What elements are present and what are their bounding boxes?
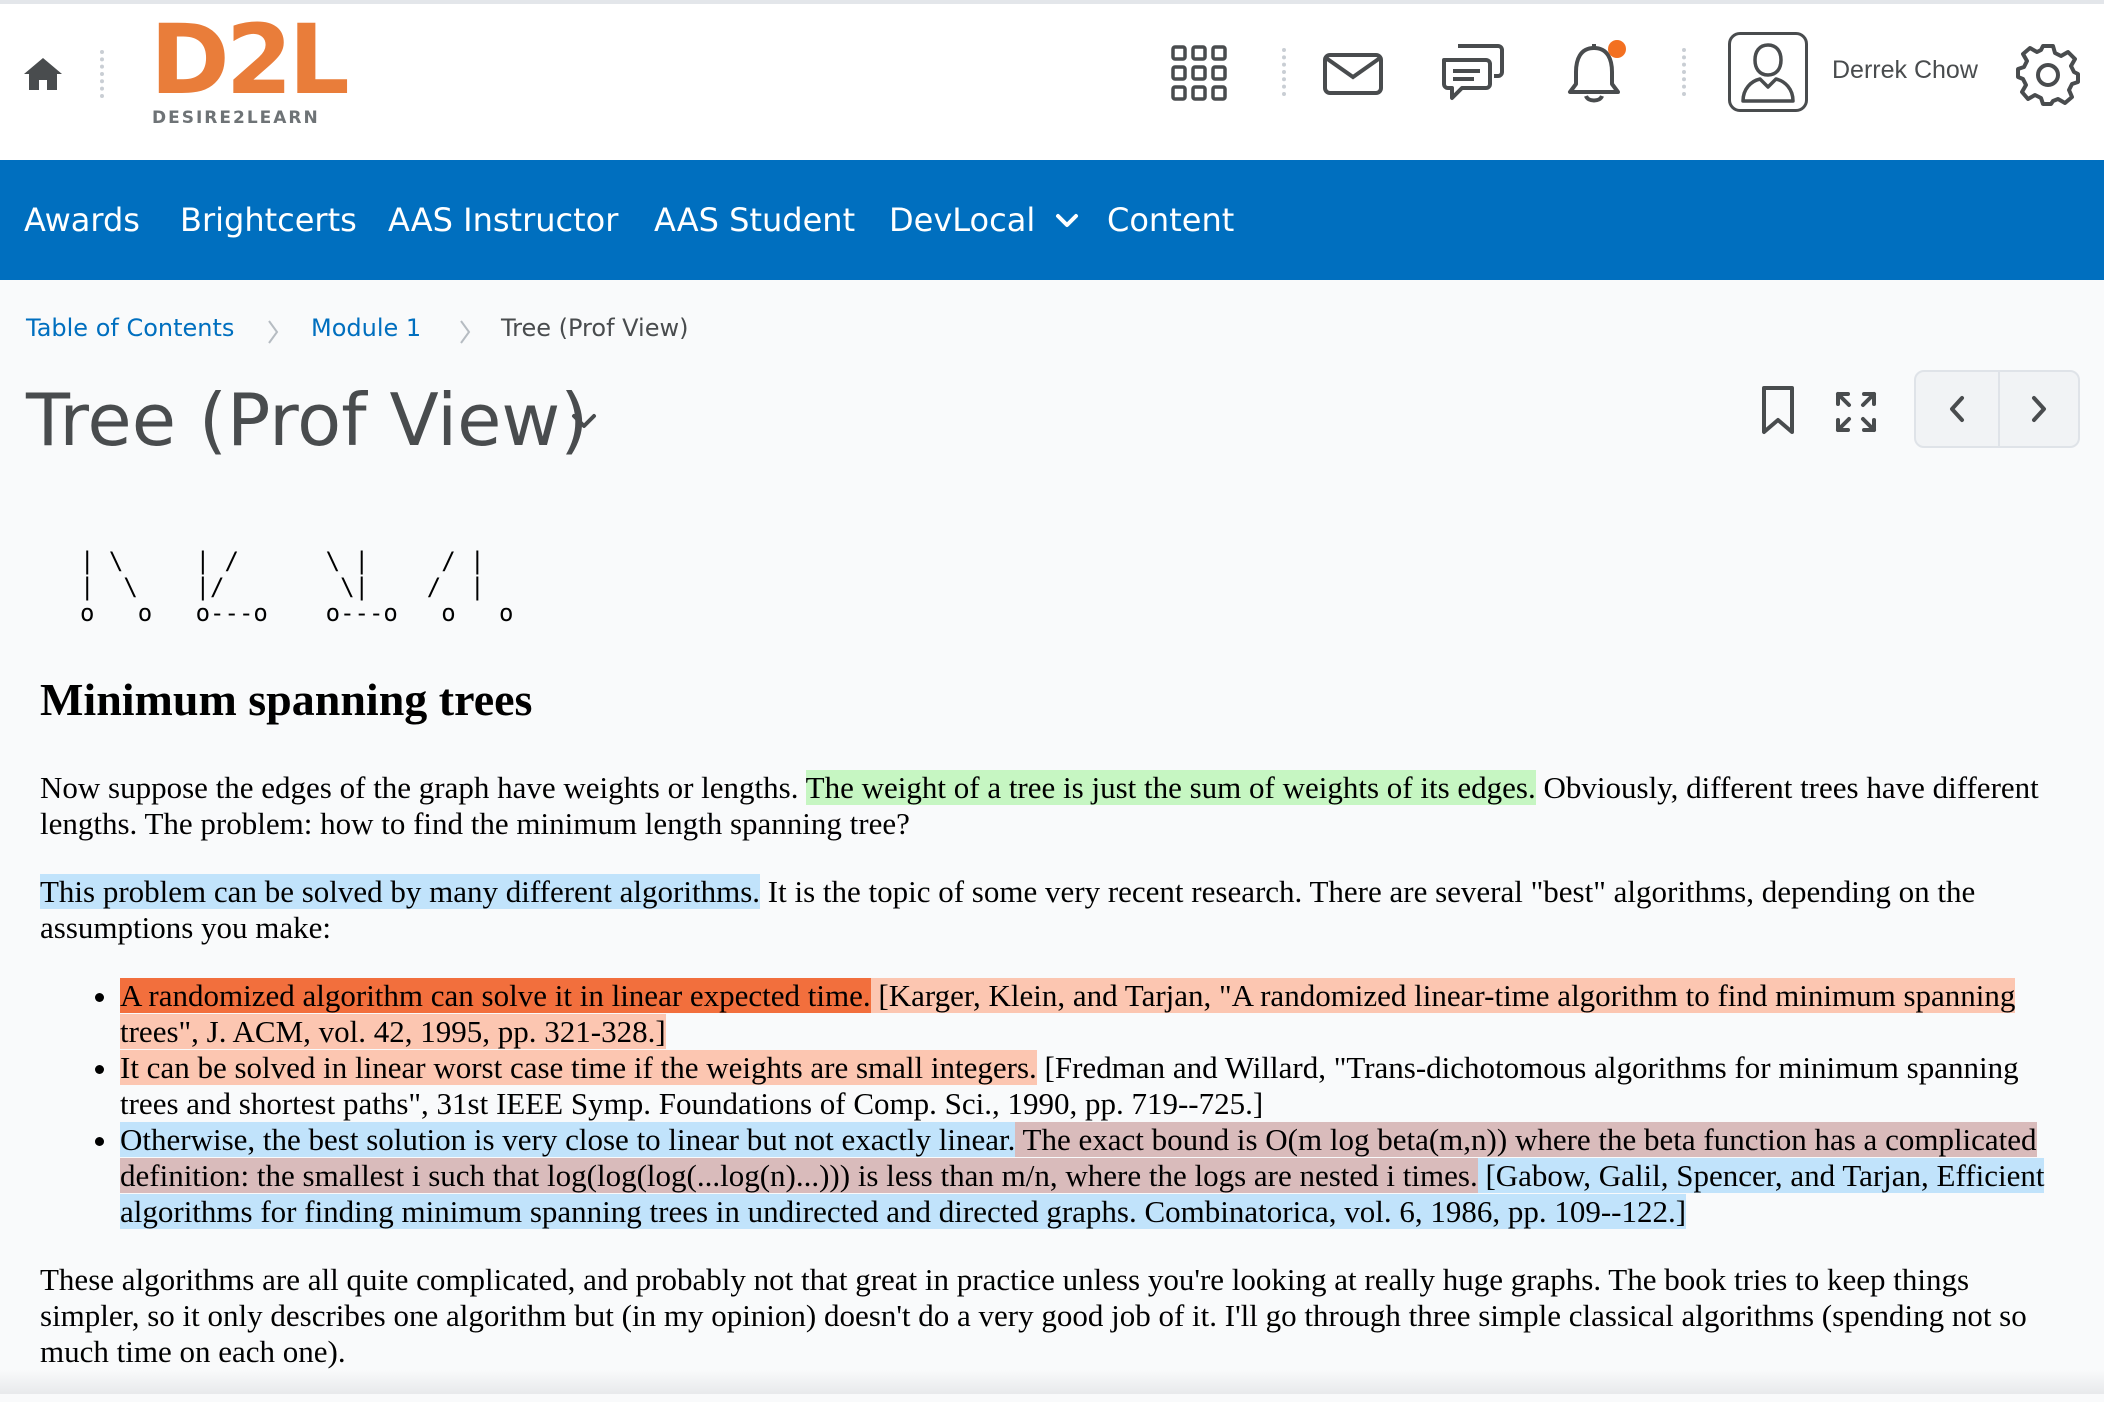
apps-grid-icon[interactable]: [1170, 44, 1228, 102]
nav-content[interactable]: Content: [1107, 200, 1234, 240]
paragraph-intro: Now suppose the edges of the graph have …: [40, 770, 2060, 842]
nav-awards[interactable]: Awards: [24, 200, 140, 240]
nav-aas-student[interactable]: AAS Student: [654, 200, 855, 240]
course-navbar: Awards Brightcerts AAS Instructor AAS St…: [0, 160, 2104, 280]
logo-text: D2L: [150, 4, 350, 116]
highlight-blue: Otherwise, the best solution is very clo…: [120, 1122, 1016, 1157]
username[interactable]: Derrek Chow: [1832, 56, 1978, 85]
notification-dot: [1608, 40, 1626, 58]
list-item: A randomized algorithm can solve it in l…: [120, 978, 2060, 1050]
topic-content: Minimum spanning trees Now suppose the e…: [40, 670, 2060, 1402]
highlight-orange: A randomized algorithm can solve it in l…: [120, 978, 871, 1013]
home-icon[interactable]: [22, 54, 64, 94]
breadcrumb-table-of-contents[interactable]: Table of Contents: [26, 314, 234, 342]
breadcrumb-separator-icon: [460, 320, 471, 344]
fullscreen-icon[interactable]: [1834, 390, 1878, 434]
bell-icon[interactable]: [1562, 36, 1634, 106]
chevron-down-icon: [1056, 214, 1079, 227]
top-header: D2L DESIRE2LEARN Derrek Chow: [0, 0, 2104, 160]
chevron-right-icon: [2032, 396, 2046, 422]
next-topic-button[interactable]: [1998, 372, 2080, 446]
paragraph-algorithms: This problem can be solved by many diffe…: [40, 874, 2060, 946]
breadcrumb-separator-icon: [268, 320, 279, 344]
breadcrumb-current: Tree (Prof View): [501, 314, 689, 342]
nav-devlocal-label: DevLocal: [889, 201, 1036, 239]
d2l-logo[interactable]: D2L DESIRE2LEARN: [150, 10, 350, 134]
header-divider: [1682, 48, 1686, 96]
chevron-left-icon: [1950, 396, 1964, 422]
nav-brightcerts[interactable]: Brightcerts: [180, 200, 357, 240]
section-heading: Minimum spanning trees: [40, 674, 533, 725]
paragraph-closing: These algorithms are all quite complicat…: [40, 1262, 2027, 1369]
highlight-peach: It can be solved in linear worst case ti…: [120, 1050, 1037, 1085]
text: Now suppose the edges of the graph have …: [40, 770, 806, 805]
algorithm-list: A randomized algorithm can solve it in l…: [40, 978, 2060, 1230]
nav-aas-instructor[interactable]: AAS Instructor: [388, 200, 618, 240]
user-avatar[interactable]: [1728, 32, 1808, 112]
highlight-blue: This problem can be solved by many diffe…: [40, 874, 761, 909]
chat-icon[interactable]: [1440, 42, 1504, 104]
scroll-shadow: [0, 1370, 2104, 1394]
topic-navigation: [1914, 370, 2080, 448]
page-title: Tree (Prof View): [26, 378, 589, 462]
user-avatar-icon: [1741, 43, 1795, 103]
mail-icon[interactable]: [1322, 52, 1384, 96]
gear-icon[interactable]: [2016, 42, 2080, 106]
logo-subtext: DESIRE2LEARN: [152, 108, 320, 128]
header-divider: [1282, 48, 1286, 96]
previous-topic-button[interactable]: [1916, 372, 2000, 446]
header-divider: [100, 50, 104, 98]
list-item: It can be solved in linear worst case ti…: [120, 1050, 2060, 1122]
title-chevron-down-icon[interactable]: [566, 408, 602, 436]
bookmark-icon[interactable]: [1760, 384, 1796, 436]
ascii-tree-diagram: | \ | / \ | / | | \ |/ \| / | o o o---o …: [80, 547, 514, 627]
highlight-green: The weight of a tree is just the sum of …: [805, 770, 1536, 805]
breadcrumb-module-1[interactable]: Module 1: [311, 314, 421, 342]
nav-devlocal[interactable]: DevLocal: [889, 200, 1081, 240]
list-item: Otherwise, the best solution is very clo…: [120, 1122, 2060, 1230]
